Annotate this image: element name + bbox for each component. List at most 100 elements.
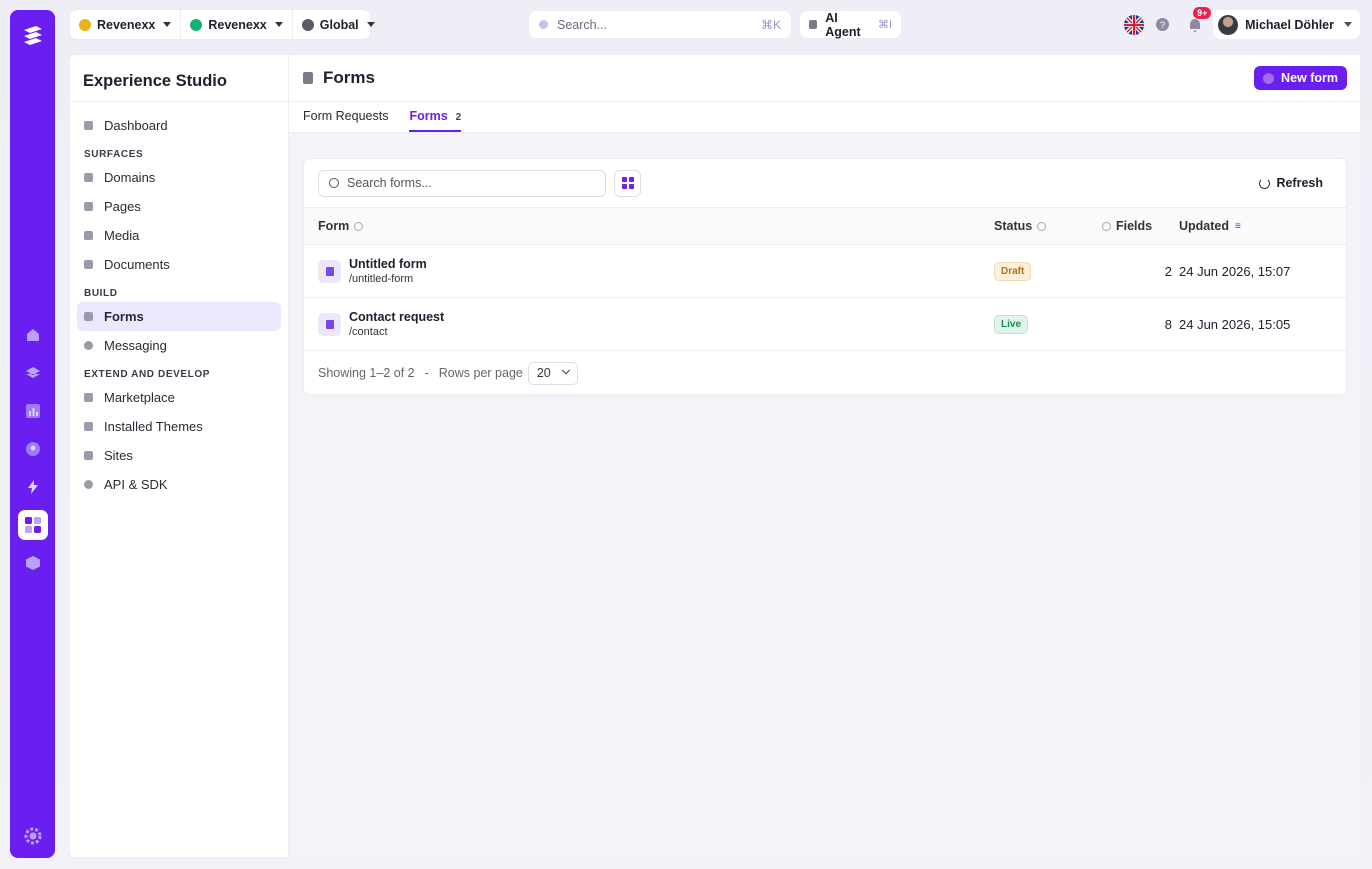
form-clipboard-icon xyxy=(318,259,341,283)
tab-forms[interactable]: Forms 2 xyxy=(409,109,462,132)
new-form-button[interactable]: New form xyxy=(1254,66,1347,90)
rows-per-page-label: Rows per page xyxy=(438,366,523,380)
forms-clipboard-icon xyxy=(303,72,313,84)
sort-icon xyxy=(1102,221,1111,231)
sidebar-section-extend: Extend and develop xyxy=(84,369,211,380)
rows-per-page-select[interactable]: 20 xyxy=(527,361,578,385)
workspace-selector[interactable]: Revenexx xyxy=(181,10,293,39)
chevron-down-icon xyxy=(1344,22,1352,27)
sidebar-item-media[interactable]: Media xyxy=(77,221,281,250)
domains-icon xyxy=(84,173,93,182)
marketplace-icon xyxy=(84,393,93,402)
sidebar-item-forms[interactable]: Forms xyxy=(77,302,281,331)
column-updated[interactable]: Updated ≡ xyxy=(1179,219,1241,233)
globe-icon xyxy=(301,18,314,31)
search-icon xyxy=(539,20,548,29)
sidebar-item-pages[interactable]: Pages xyxy=(77,192,281,221)
workspace-dot-icon xyxy=(190,18,203,31)
grid-view-toggle[interactable] xyxy=(614,169,641,197)
table-footer: Showing 1–2 of 2 - Rows per page 20 xyxy=(304,351,1346,395)
region-selector[interactable]: Global xyxy=(293,10,384,39)
status-badge: Live xyxy=(994,314,1029,334)
tab-bar: Form Requests Forms 2 xyxy=(289,102,1360,133)
search-icon xyxy=(329,178,339,188)
sidebar-item-api-sdk[interactable]: API & SDK xyxy=(77,470,281,499)
search-forms-input[interactable]: Search forms... xyxy=(318,169,606,197)
sidebar-item-sites[interactable]: Sites xyxy=(77,441,281,470)
chevron-down-icon xyxy=(366,22,375,27)
tab-count-badge: 2 xyxy=(455,112,462,123)
language-flag-icon[interactable] xyxy=(1124,14,1145,35)
organization-logo-icon xyxy=(79,18,91,31)
settings-gear-icon[interactable] xyxy=(23,826,43,846)
table-row[interactable]: Contact request /contact Live 8 24 Jun 2… xyxy=(304,298,1346,351)
location-icon[interactable] xyxy=(18,434,48,464)
fields-count: 8 xyxy=(1164,316,1172,332)
page-title: Forms xyxy=(323,68,375,87)
form-name[interactable]: Contact request xyxy=(349,310,444,324)
chevron-down-icon xyxy=(274,22,283,27)
sidebar-item-dashboard[interactable]: Dashboard xyxy=(77,111,281,140)
top-bar: Revenexx Revenexx Global Search... ⌘K AI… xyxy=(70,6,1360,40)
dashboard-icon xyxy=(84,121,93,130)
app-rail xyxy=(10,10,55,858)
avatar xyxy=(1218,14,1239,35)
notifications-count-badge: 9+ xyxy=(1193,6,1212,19)
app-logo-icon[interactable] xyxy=(17,20,49,52)
footer-separator: - xyxy=(424,366,429,380)
help-icon[interactable]: ? xyxy=(1156,18,1170,31)
notifications-bell-icon[interactable]: 9+ xyxy=(1187,6,1212,33)
table-row[interactable]: Untitled form /untitled-form Draft 2 24 … xyxy=(304,245,1346,298)
sort-icon xyxy=(1037,221,1047,231)
content-panel: Experience Studio Dashboard Surfaces Dom… xyxy=(70,55,1360,857)
sort-icon xyxy=(354,221,364,231)
sidebar-item-installed-themes[interactable]: Installed Themes xyxy=(77,412,281,441)
search-shortcut: ⌘K xyxy=(760,17,781,32)
ai-agent-icon xyxy=(809,20,818,29)
ai-agent-button[interactable]: AI Agent ⌘I xyxy=(800,11,901,39)
experience-studio-icon[interactable] xyxy=(17,510,48,540)
sidebar: Experience Studio Dashboard Surfaces Dom… xyxy=(70,55,289,857)
user-menu[interactable]: Michael Döhler xyxy=(1213,10,1360,39)
column-status[interactable]: Status xyxy=(994,219,1047,233)
sidebar-item-marketplace[interactable]: Marketplace xyxy=(77,383,281,412)
column-fields[interactable]: Fields xyxy=(1102,219,1152,233)
sidebar-item-domains[interactable]: Domains xyxy=(77,163,281,192)
global-search[interactable]: Search... ⌘K xyxy=(529,11,791,38)
sidebar-item-messaging[interactable]: Messaging xyxy=(77,331,281,360)
pages-icon xyxy=(84,202,93,211)
forms-icon xyxy=(84,312,93,321)
api-icon xyxy=(84,480,93,489)
form-slug: /contact xyxy=(349,326,388,338)
analytics-icon[interactable] xyxy=(18,396,48,426)
pagination-summary: Showing 1–2 of 2 xyxy=(318,366,415,380)
forms-table-card: Search forms... Refresh Form Status Fiel… xyxy=(303,158,1347,395)
sort-descending-icon: ≡ xyxy=(1235,220,1241,232)
sidebar-section-build: Build xyxy=(84,288,118,299)
column-form[interactable]: Form xyxy=(318,219,364,233)
package-icon[interactable] xyxy=(18,548,48,578)
documents-icon xyxy=(84,260,93,269)
refresh-icon xyxy=(1259,177,1271,189)
automation-icon[interactable] xyxy=(18,472,48,502)
context-switcher: Revenexx Revenexx Global xyxy=(70,10,375,39)
sidebar-item-documents[interactable]: Documents xyxy=(77,250,281,279)
media-icon xyxy=(84,231,93,240)
sidebar-section-surfaces: Surfaces xyxy=(84,149,144,160)
ai-agent-shortcut: ⌘I xyxy=(877,19,892,31)
fields-count: 2 xyxy=(1164,263,1172,279)
table-header: Form Status Fields Updated ≡ xyxy=(304,208,1346,245)
sidebar-title: Experience Studio xyxy=(70,55,288,102)
grid-icon xyxy=(621,177,627,182)
tab-form-requests[interactable]: Form Requests xyxy=(303,109,388,132)
refresh-button[interactable]: Refresh xyxy=(1259,176,1323,190)
form-name[interactable]: Untitled form xyxy=(349,257,427,271)
updated-timestamp: 24 Jun 2026, 15:07 xyxy=(1179,263,1291,279)
main-content: Forms New form Form Requests Forms 2 Sear… xyxy=(289,55,1360,857)
form-clipboard-icon xyxy=(318,312,341,336)
chevron-down-icon xyxy=(561,365,571,375)
organization-selector[interactable]: Revenexx xyxy=(70,10,182,39)
home-icon[interactable] xyxy=(18,320,48,350)
themes-icon xyxy=(84,422,93,431)
layers-icon[interactable] xyxy=(18,358,48,388)
